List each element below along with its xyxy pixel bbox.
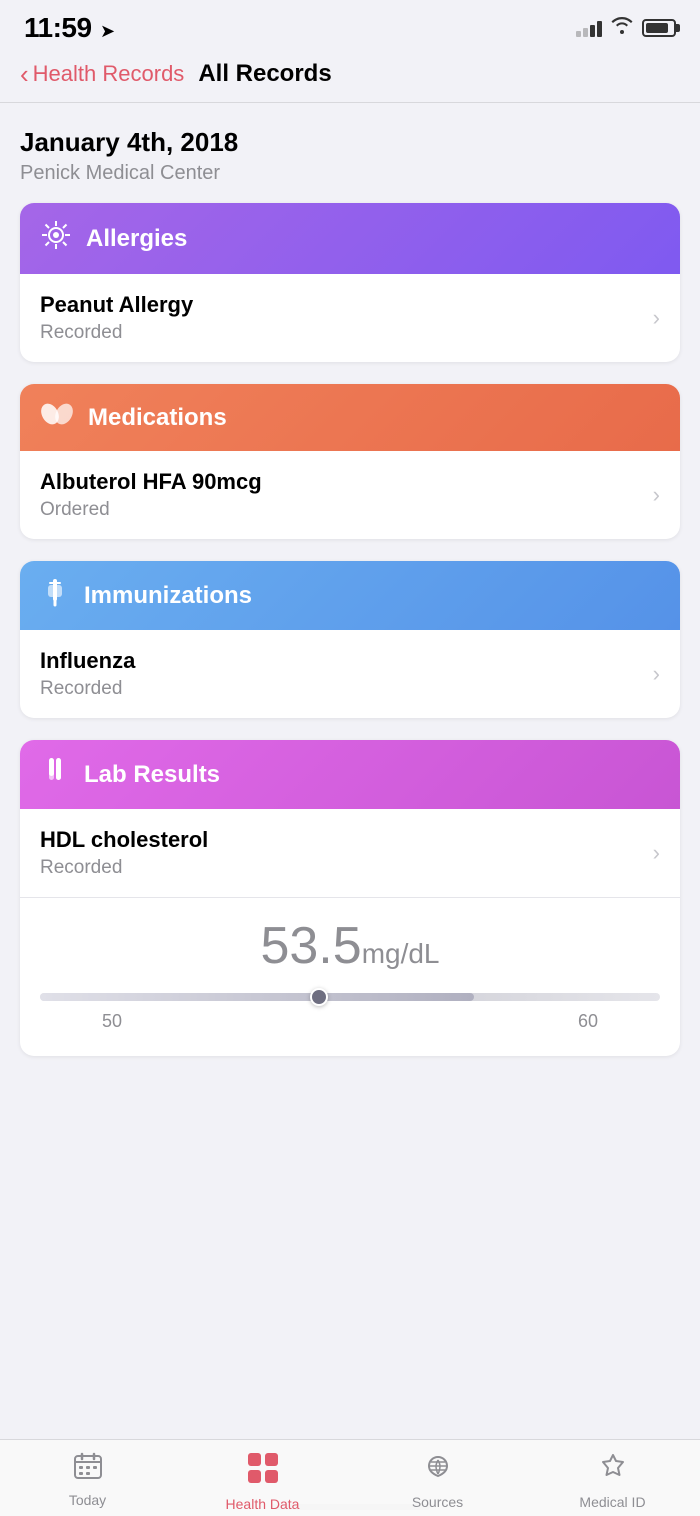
date-title: January 4th, 2018 <box>20 127 680 158</box>
chevron-right-icon: › <box>653 305 660 331</box>
allergy-name: Peanut Allergy <box>40 292 193 318</box>
medication-item[interactable]: Albuterol HFA 90mcg Ordered › <box>20 451 680 539</box>
medications-header[interactable]: Medications <box>20 384 680 451</box>
immunizations-icon <box>40 577 70 614</box>
lab-number: 53.5 <box>260 917 361 975</box>
lab-item[interactable]: HDL cholesterol Recorded › <box>20 809 680 897</box>
tab-bar: Today Health Data Sources <box>0 1439 700 1516</box>
signal-bars <box>576 19 602 37</box>
lab-value-section: 53.5mg/dL 50 60 <box>20 897 680 1056</box>
medical-id-label: Medical ID <box>579 1494 645 1510</box>
immunizations-header[interactable]: Immunizations <box>20 561 680 630</box>
tab-health-data[interactable]: Health Data <box>223 1452 303 1512</box>
status-icons <box>576 16 676 40</box>
health-data-icon <box>247 1452 279 1491</box>
allergy-item[interactable]: Peanut Allergy Recorded › <box>20 274 680 362</box>
today-icon <box>73 1452 103 1487</box>
medications-label: Medications <box>88 404 227 432</box>
medication-name: Albuterol HFA 90mcg <box>40 469 262 495</box>
lab-results-card: Lab Results HDL cholesterol Recorded › 5… <box>20 740 680 1056</box>
tab-medical-id[interactable]: Medical ID <box>573 1452 653 1510</box>
date-section: January 4th, 2018 Penick Medical Center <box>20 127 680 185</box>
today-label: Today <box>69 1492 106 1508</box>
page-title: All Records <box>198 60 331 88</box>
back-arrow-icon: ‹ <box>20 61 29 87</box>
range-min-label: 50 <box>102 1011 122 1032</box>
allergies-card: Allergies Peanut Allergy Recorded › <box>20 203 680 362</box>
sources-icon <box>423 1452 453 1489</box>
battery-icon <box>642 19 676 37</box>
bar-indicator <box>310 988 328 1006</box>
range-max-label: 60 <box>578 1011 598 1032</box>
immunizations-label: Immunizations <box>84 582 252 610</box>
chevron-right-icon: › <box>653 661 660 687</box>
allergies-header[interactable]: Allergies <box>20 203 680 274</box>
immunization-name: Influenza <box>40 648 135 674</box>
allergies-label: Allergies <box>86 225 187 253</box>
main-content: January 4th, 2018 Penick Medical Center <box>0 103 700 1178</box>
status-bar: 11:59 ➤ <box>0 0 700 52</box>
medication-status: Ordered <box>40 499 262 521</box>
sources-label: Sources <box>412 1494 463 1510</box>
wifi-icon <box>610 16 634 40</box>
tab-sources[interactable]: Sources <box>398 1452 478 1510</box>
allergy-status: Recorded <box>40 322 193 344</box>
tab-today[interactable]: Today <box>48 1452 128 1508</box>
facility-name: Penick Medical Center <box>20 162 680 185</box>
immunization-status: Recorded <box>40 678 135 700</box>
nav-bar: ‹ Health Records All Records <box>0 52 700 103</box>
lab-value: 53.5mg/dL <box>260 918 439 975</box>
immunizations-card: Immunizations Influenza Recorded › <box>20 561 680 718</box>
immunization-item[interactable]: Influenza Recorded › <box>20 630 680 718</box>
lab-status: Recorded <box>40 857 208 879</box>
bar-fill <box>40 993 474 1001</box>
bar-track <box>40 993 660 1001</box>
chevron-right-icon: › <box>653 840 660 866</box>
lab-results-icon <box>40 756 70 793</box>
health-data-label: Health Data <box>226 1496 300 1512</box>
medications-icon <box>40 400 74 435</box>
chevron-right-icon: › <box>653 482 660 508</box>
allergies-icon <box>40 219 72 258</box>
status-time: 11:59 ➤ <box>24 12 115 44</box>
medications-card: Medications Albuterol HFA 90mcg Ordered … <box>20 384 680 539</box>
lab-results-label: Lab Results <box>84 761 220 789</box>
lab-unit: mg/dL <box>362 938 440 969</box>
lab-range-bar: 50 60 <box>40 993 660 1032</box>
location-icon: ➤ <box>100 21 115 41</box>
bar-labels: 50 60 <box>40 1011 660 1032</box>
lab-results-header[interactable]: Lab Results <box>20 740 680 809</box>
medical-id-icon <box>598 1452 628 1489</box>
lab-name: HDL cholesterol <box>40 827 208 853</box>
back-button[interactable]: ‹ Health Records <box>20 61 184 87</box>
